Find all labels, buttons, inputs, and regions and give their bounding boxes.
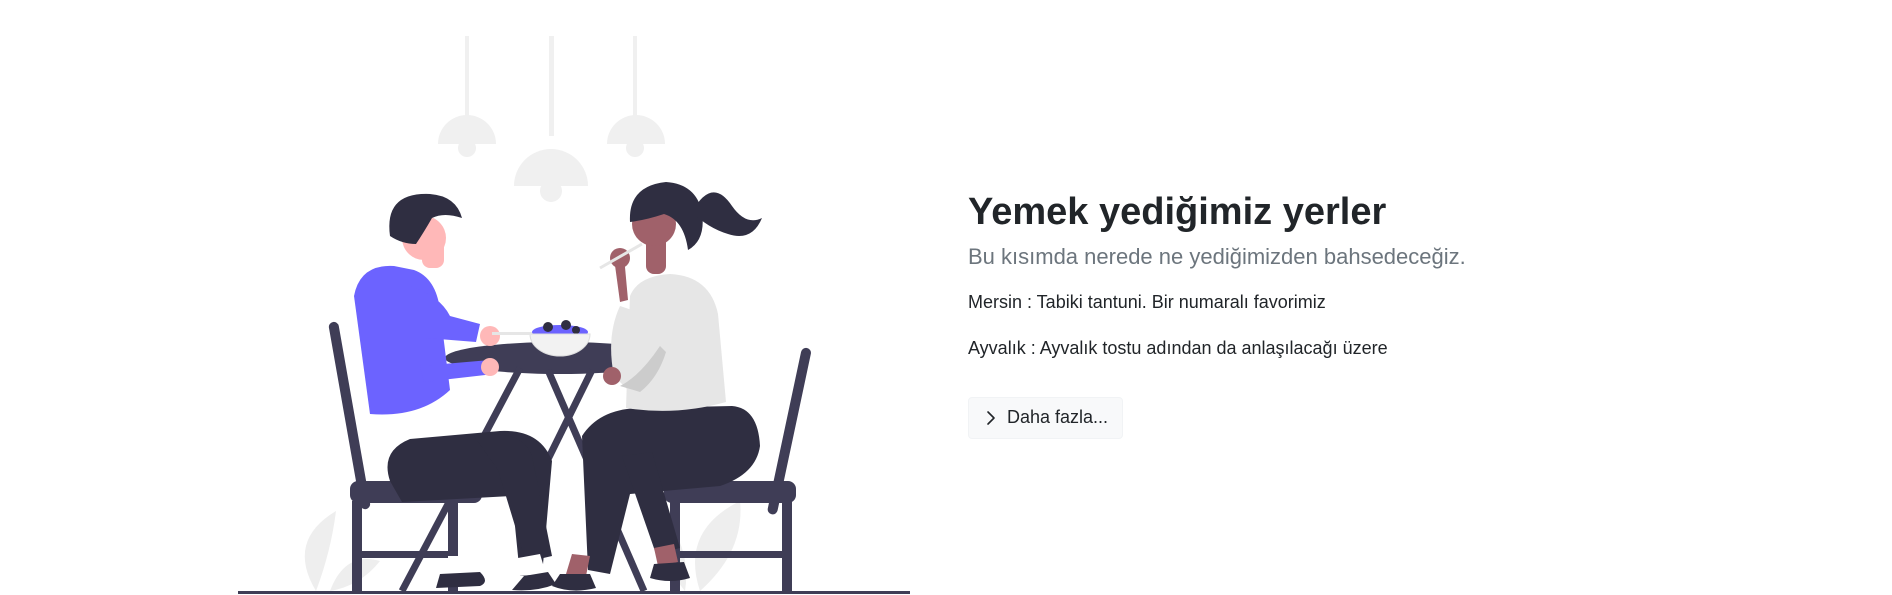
people-dining-illustration [230,36,910,595]
more-button-label: Daha fazla... [1007,407,1109,428]
feature-section: Yemek yediğimiz yerler Bu kısımda nerede… [968,190,1728,439]
chevron-right-icon [983,410,999,426]
more-button[interactable]: Daha fazla... [968,396,1124,439]
section-heading: Yemek yediğimiz yerler [968,191,1387,233]
place-item-mersin: Mersin : Tabiki tantuni. Bir numaralı fa… [968,292,1326,313]
place-item-ayvalik: Ayvalık : Ayvalık tostu adından da anlaş… [968,337,1388,358]
section-lead: Bu kısımda nerede ne yediğimizden bahsed… [968,243,1466,269]
pendant-lamps [438,36,665,202]
